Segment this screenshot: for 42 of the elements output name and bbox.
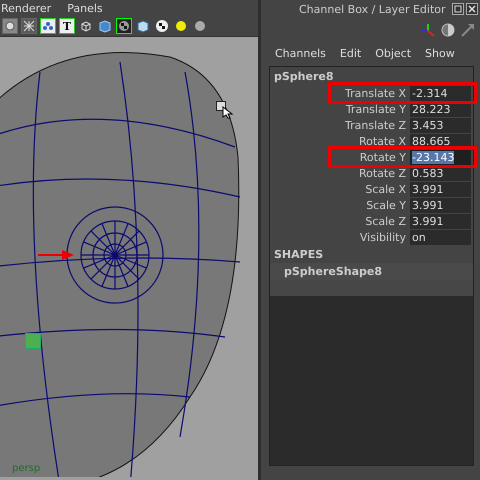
attribute-value-field[interactable]: 3.991 [410, 213, 471, 229]
attribute-value-field[interactable]: -23.143 [410, 149, 471, 165]
attribute-label[interactable]: Scale X [270, 182, 410, 196]
attribute-value-field[interactable]: on [410, 229, 471, 245]
arrow-icon[interactable] [460, 22, 476, 38]
attribute-label[interactable]: Rotate Z [270, 166, 410, 180]
text-icon[interactable]: T [59, 18, 75, 34]
menu-item[interactable]: Renderer [1, 2, 52, 14]
attribute-value-field[interactable]: 3.991 [410, 181, 471, 197]
attribute-label[interactable]: Translate Y [270, 102, 410, 116]
points-icon[interactable] [40, 18, 56, 34]
close-icon[interactable] [466, 3, 478, 15]
panel-title: Channel Box / Layer Editor [299, 2, 446, 16]
wireframe-icon[interactable] [21, 18, 37, 34]
float-icon[interactable] [452, 3, 464, 15]
cube-icon[interactable] [135, 18, 151, 34]
shape-name[interactable]: pSphereShape8 [270, 263, 473, 280]
square-marker-icon [25, 333, 41, 349]
menu-item[interactable]: Show [425, 46, 455, 60]
half-circle-icon[interactable] [440, 22, 456, 38]
axis-icon[interactable] [420, 22, 436, 38]
arrow-icon [38, 250, 74, 260]
attribute-label[interactable]: Visibility [270, 230, 410, 244]
attribute-label[interactable]: Translate X [270, 86, 410, 100]
menu-item[interactable]: Object [375, 46, 412, 60]
attribute-value-field[interactable]: -2.314 [410, 85, 471, 101]
menu-item[interactable]: Edit [340, 46, 362, 60]
camera-label: persp [12, 463, 40, 474]
attribute-label[interactable]: Translate Z [270, 118, 410, 132]
attribute-value-field[interactable]: 3.453 [410, 117, 471, 133]
cursor-icon [216, 101, 234, 119]
textured-sphere-icon[interactable] [116, 18, 132, 34]
attribute-label[interactable]: Rotate X [270, 134, 410, 148]
attribute-label[interactable]: Rotate Y [270, 150, 410, 164]
menu-item[interactable]: Panels [67, 2, 103, 14]
attribute-label[interactable]: Scale Z [270, 214, 410, 228]
attribute-value-field[interactable]: 3.991 [410, 197, 471, 213]
attribute-label[interactable]: Scale Y [270, 198, 410, 212]
section-heading: SHAPES [270, 245, 473, 263]
cube-icon[interactable] [97, 18, 113, 34]
checker-sphere-icon[interactable] [154, 18, 170, 34]
menu-item[interactable]: Channels [275, 46, 326, 60]
